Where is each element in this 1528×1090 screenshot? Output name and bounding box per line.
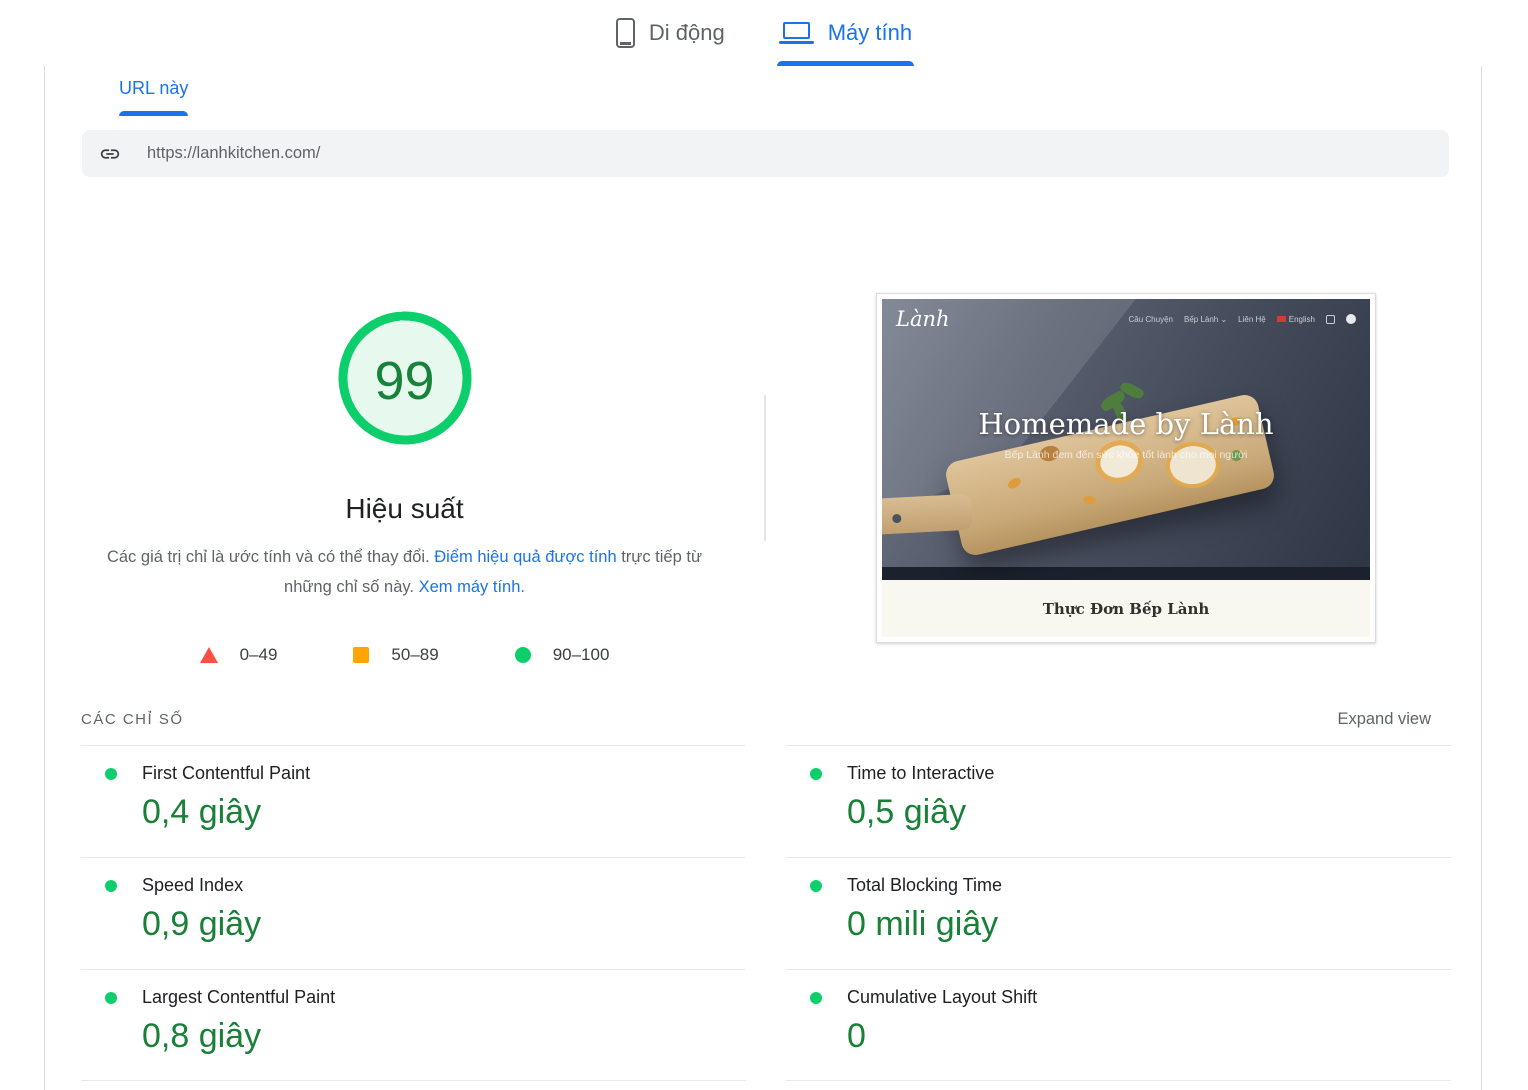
- metric-value: 0,4 giây: [142, 793, 262, 831]
- legend-fail: 0–49: [199, 645, 278, 665]
- vertical-divider: [764, 395, 766, 541]
- performance-summary: 99 Hiệu suất Các giá trị chỉ là ước tính…: [45, 293, 764, 665]
- site-nav-item: Bếp Lành ⌄: [1183, 314, 1228, 324]
- metric-first-contentful-paint: First Contentful Paint 0,4 giây: [81, 745, 746, 857]
- tab-mobile[interactable]: Di động: [614, 0, 727, 66]
- site-menu-strip: Thực Đơn Bếp Lành: [882, 580, 1370, 637]
- expand-view-button[interactable]: Expand view: [1337, 710, 1431, 729]
- site-hero-title: Homemade by Lành: [978, 407, 1274, 441]
- instagram-icon: [1326, 314, 1335, 324]
- metric-speed-index: Speed Index 0,9 giây: [81, 857, 746, 969]
- report-container: URL này https://lanhkitchen.com/ 99 Hiệu…: [44, 66, 1482, 1090]
- metric-largest-contentful-paint: Largest Contentful Paint 0,8 giây: [81, 969, 746, 1081]
- site-logo: Lành: [896, 307, 950, 331]
- tab-mobile-label: Di động: [648, 20, 725, 45]
- tab-desktop[interactable]: Máy tính: [776, 0, 915, 66]
- metric-label: Time to Interactive: [847, 763, 995, 783]
- disclaimer-part1: Các giá trị chỉ là ước tính và có thể th…: [106, 548, 435, 566]
- pass-dot-icon: [105, 767, 117, 780]
- site-nav-language: English: [1276, 315, 1315, 324]
- legend-average: 50–89: [353, 645, 439, 665]
- pass-dot-icon: [810, 991, 822, 1004]
- fail-triangle-icon: [199, 647, 218, 663]
- metric-label: First Contentful Paint: [142, 763, 311, 783]
- link-icon: [100, 148, 120, 159]
- metric-label: Largest Contentful Paint: [142, 987, 336, 1007]
- flag-icon: [1276, 315, 1286, 322]
- metrics-title: CÁC CHỈ SỐ: [81, 711, 184, 728]
- performance-label: Hiệu suất: [345, 493, 464, 524]
- page-screenshot-thumbnail[interactable]: Lành Câu Chuyện Bếp Lành ⌄ Liên Hệ Engli…: [876, 293, 1376, 643]
- metric-label: Cumulative Layout Shift: [847, 987, 1038, 1007]
- tab-this-url-label: URL này: [119, 78, 189, 98]
- site-hero-preview: Lành Câu Chuyện Bếp Lành ⌄ Liên Hệ Engli…: [882, 299, 1370, 580]
- disclaimer-text: Các giá trị chỉ là ước tính và có thể th…: [93, 542, 717, 602]
- metric-value: 0,9 giây: [142, 905, 262, 943]
- url-bar: https://lanhkitchen.com/: [82, 130, 1449, 177]
- legend-average-range: 50–89: [391, 645, 439, 664]
- tab-desktop-label: Máy tính: [827, 20, 913, 45]
- pass-dot-icon: [810, 879, 822, 892]
- legend-pass-range: 90–100: [552, 645, 610, 664]
- legend-pass: 90–100: [514, 645, 610, 665]
- pass-dot-icon: [105, 879, 117, 892]
- performance-gauge[interactable]: 99: [334, 307, 476, 454]
- avatar-circle-icon: [1346, 314, 1356, 324]
- metric-total-blocking-time: Total Blocking Time 0 mili giây: [786, 857, 1451, 969]
- metric-label: Speed Index: [142, 875, 244, 895]
- metric-value: 0 mili giây: [847, 905, 999, 943]
- calculator-link[interactable]: Điểm hiệu quả được tính: [434, 548, 616, 566]
- site-header-preview: Lành Câu Chuyện Bếp Lành ⌄ Liên Hệ Engli…: [882, 299, 1370, 339]
- site-hero-subtitle: Bếp Lành đem đến sức khỏe tốt lành cho m…: [1004, 449, 1248, 461]
- metric-cumulative-layout-shift: Cumulative Layout Shift 0: [786, 969, 1451, 1081]
- phone-icon: [615, 18, 635, 48]
- device-tabs: Di động Máy tính: [0, 0, 1528, 66]
- metric-value: 0,5 giây: [847, 793, 967, 831]
- pass-dot-icon: [105, 991, 117, 1004]
- site-nav-item: Liên Hệ: [1238, 314, 1266, 324]
- metric-value: 0: [847, 1017, 866, 1055]
- metrics-header: CÁC CHỈ SỐ Expand view: [81, 710, 1431, 729]
- score-legend: 0–49 50–89 90–100: [45, 645, 764, 665]
- laptop-icon: [778, 22, 814, 44]
- tab-this-url[interactable]: URL này: [119, 78, 189, 116]
- metric-label: Total Blocking Time: [847, 875, 1003, 895]
- site-menu-title: Thực Đơn Bếp Lành: [1042, 599, 1210, 618]
- pass-circle-icon: [514, 647, 531, 663]
- pass-dot-icon: [810, 767, 822, 780]
- metric-time-to-interactive: Time to Interactive 0,5 giây: [786, 745, 1451, 857]
- metric-value: 0,8 giây: [142, 1017, 262, 1055]
- site-nav-item: Câu Chuyện: [1128, 314, 1173, 324]
- analyzed-url: https://lanhkitchen.com/: [147, 144, 321, 162]
- view-desktop-link[interactable]: Xem máy tính.: [419, 578, 525, 596]
- performance-score: 99: [374, 350, 435, 411]
- metrics-grid: First Contentful Paint 0,4 giây Time to …: [81, 745, 1451, 1081]
- legend-fail-range: 0–49: [239, 645, 278, 664]
- site-nav: Câu Chuyện Bếp Lành ⌄ Liên Hệ English: [1128, 314, 1356, 324]
- average-square-icon: [353, 647, 370, 663]
